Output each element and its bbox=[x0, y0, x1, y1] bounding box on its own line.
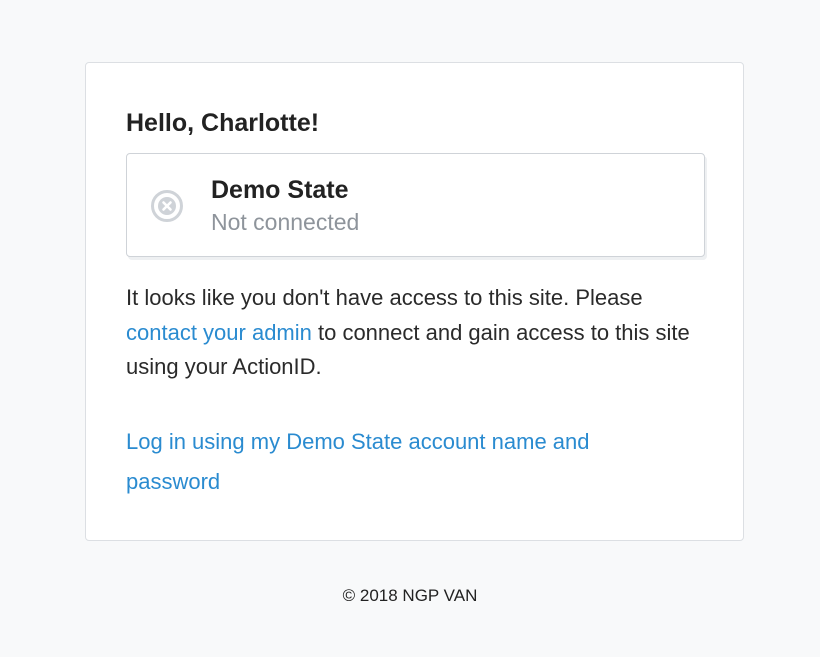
access-message: It looks like you don't have access to t… bbox=[126, 281, 706, 385]
access-message-text: It looks like you don't have access to t… bbox=[126, 285, 643, 310]
site-name: Demo State bbox=[211, 176, 349, 204]
site-status-box: Demo State Not connected bbox=[126, 153, 705, 257]
login-card: Hello, Charlotte! Demo State Not connect… bbox=[85, 62, 744, 541]
connection-status: Not connected bbox=[211, 209, 360, 235]
contact-admin-link[interactable]: contact your admin bbox=[126, 320, 312, 345]
footer-copyright: © 2018 NGP VAN bbox=[342, 586, 478, 605]
login-with-account-link[interactable]: Log in using my Demo State account name … bbox=[126, 422, 686, 502]
greeting-heading: Hello, Charlotte! bbox=[126, 109, 320, 137]
x-circle-icon bbox=[150, 189, 184, 223]
